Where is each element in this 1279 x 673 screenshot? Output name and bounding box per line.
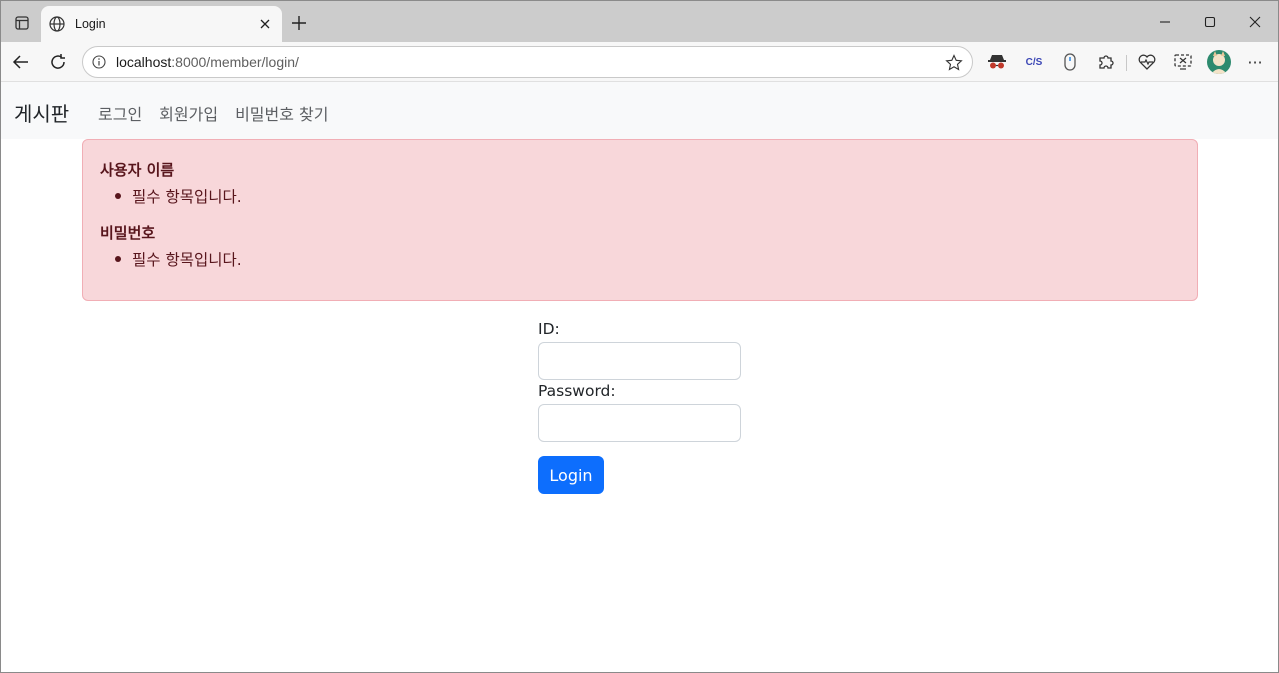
globe-icon: [49, 16, 65, 32]
page-viewport: 게시판 로그인 회원가입 비밀번호 찾기 사용자 이름 필수 항목입니다. 비밀…: [1, 82, 1278, 672]
url-host: localhost: [116, 54, 172, 70]
nav-links: 로그인 회원가입 비밀번호 찾기: [98, 101, 345, 125]
error-list: 필수 항목입니다.: [100, 185, 242, 207]
back-arrow-icon[interactable]: [7, 48, 35, 76]
profile-avatar[interactable]: [1207, 50, 1231, 74]
error-block-username: 사용자 이름 필수 항목입니다.: [100, 159, 242, 207]
nav-link-signup[interactable]: 회원가입: [159, 101, 218, 125]
reload-icon[interactable]: [44, 48, 72, 76]
more-icon[interactable]: ···: [1244, 51, 1266, 73]
tab-title: Login: [75, 17, 106, 31]
plus-icon[interactable]: [288, 12, 310, 34]
css-extension-icon[interactable]: C/S: [1023, 51, 1045, 73]
info-icon[interactable]: [91, 54, 107, 70]
browser-tab[interactable]: Login: [41, 6, 282, 42]
minimize-icon[interactable]: [1142, 7, 1188, 37]
login-button[interactable]: Login: [538, 456, 604, 494]
screenshot-icon[interactable]: [1172, 51, 1194, 73]
error-message: 필수 항목입니다.: [100, 185, 242, 207]
error-field-title: 비밀번호: [100, 224, 156, 242]
close-icon[interactable]: [256, 15, 274, 33]
login-form: ID: Password: Login: [538, 320, 748, 494]
mouse-extension-icon[interactable]: [1059, 51, 1081, 73]
toolbar-divider: [1126, 55, 1127, 71]
health-icon[interactable]: [1136, 51, 1158, 73]
site-navbar: 게시판 로그인 회원가입 비밀번호 찾기: [1, 82, 1278, 139]
error-message: 필수 항목입니다.: [100, 248, 242, 270]
puzzle-extension-icon[interactable]: [1095, 51, 1117, 73]
error-field-title: 사용자 이름: [100, 161, 175, 179]
id-label: ID:: [538, 320, 560, 338]
site-brand[interactable]: 게시판: [14, 98, 69, 127]
error-alert: 사용자 이름 필수 항목입니다. 비밀번호 필수 항목입니다.: [82, 139, 1198, 301]
star-icon[interactable]: [944, 53, 964, 73]
nav-link-find-password[interactable]: 비밀번호 찾기: [235, 101, 328, 125]
password-input[interactable]: [538, 404, 741, 442]
error-list: 필수 항목입니다.: [100, 248, 242, 270]
maximize-icon[interactable]: [1187, 7, 1233, 37]
url-text: localhost:8000/member/login/: [116, 54, 299, 70]
id-input[interactable]: [538, 342, 741, 380]
address-bar[interactable]: localhost:8000/member/login/: [82, 46, 973, 78]
tab-actions-icon[interactable]: [9, 10, 35, 36]
error-block-password: 비밀번호 필수 항목입니다.: [100, 222, 242, 270]
password-label: Password:: [538, 382, 616, 400]
window-close-icon[interactable]: [1232, 7, 1278, 37]
incognito-extension-icon[interactable]: [986, 51, 1008, 73]
url-path: :8000/member/login/: [171, 54, 299, 70]
nav-link-login[interactable]: 로그인: [98, 101, 142, 125]
browser-tab-strip: Login: [1, 1, 1278, 42]
browser-toolbar: localhost:8000/member/login/ C/S ···: [1, 42, 1278, 82]
